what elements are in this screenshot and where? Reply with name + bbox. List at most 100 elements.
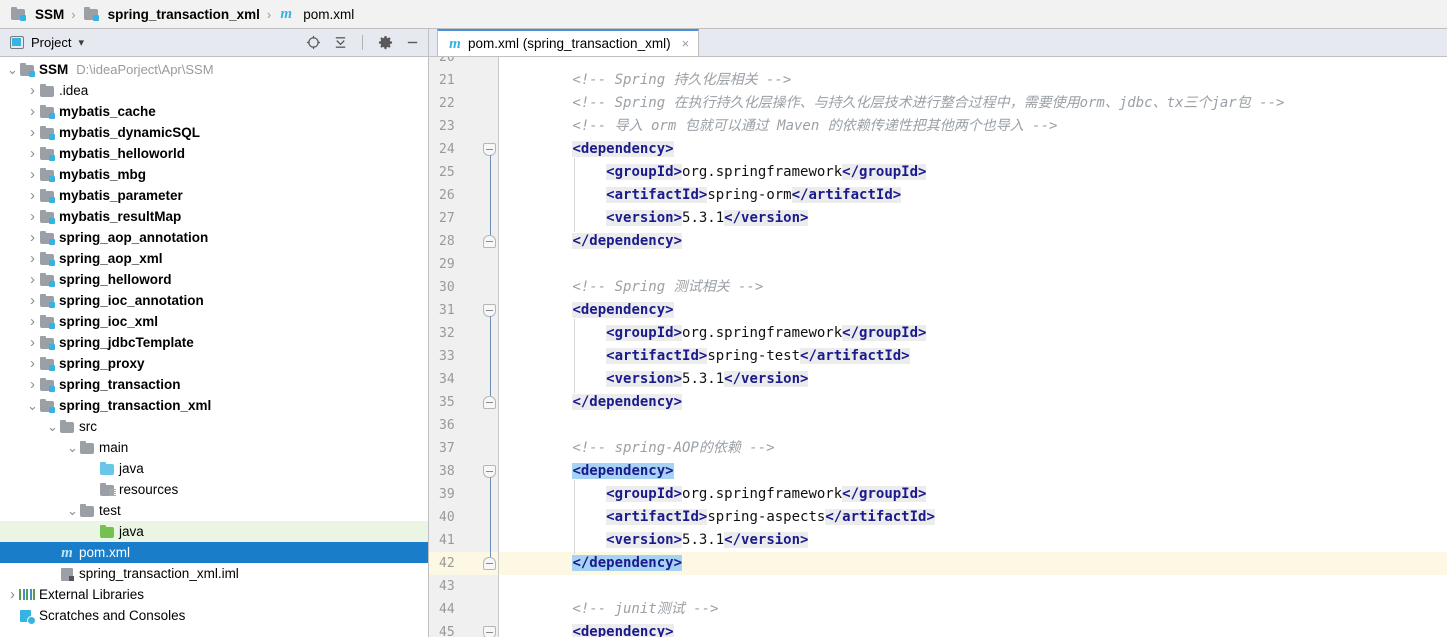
tree-node-spring-aop-xml[interactable]: › spring_aop_xml [0,248,428,269]
gutter-line-32[interactable]: 32 [429,322,498,345]
code-line-22[interactable]: <!-- Spring 在执行持久化层操作、与持久化层技术进行整合过程中，需要使… [499,92,1447,115]
gutter-line-21[interactable]: 21 [429,69,498,92]
tree-node-pom-xml[interactable]: m pom.xml [0,542,428,563]
chevron-down-icon[interactable]: ⌄ [66,437,79,458]
gutter-line-34[interactable]: 34 [429,368,498,391]
code-line-25[interactable]: <groupId>org.springframework</groupId> [499,161,1447,184]
gutter-line-40[interactable]: 40 [429,506,498,529]
code-line-36[interactable] [499,414,1447,437]
chevron-right-icon[interactable]: › [26,290,39,311]
code-line-20[interactable] [499,57,1447,69]
tree-node-spring-helloword[interactable]: › spring_helloword [0,269,428,290]
editor-body[interactable]: 20 21 22 23 24 25 26 27 28 29 30 31 32 33 34 35 36 37 38 39… [429,57,1447,637]
chevron-right-icon[interactable]: › [26,122,39,143]
tree-node-mybatis-parameter[interactable]: › mybatis_parameter [0,185,428,206]
code-line-35[interactable]: </dependency> [499,391,1447,414]
gutter-line-45[interactable]: 45 [429,621,498,637]
breadcrumb-item-pom-xml[interactable]: m pom.xml [274,0,358,28]
fold-toggle-icon[interactable] [483,626,496,637]
chevron-right-icon[interactable]: › [26,248,39,269]
code-line-30[interactable]: <!-- Spring 测试相关 --> [499,276,1447,299]
code-line-39[interactable]: <groupId>org.springframework</groupId> [499,483,1447,506]
project-tree[interactable]: ⌄ SSM D:\ideaPorject\Apr\SSM › .idea › mybatis… [0,57,428,637]
fold-toggle-icon[interactable] [483,235,496,248]
chevron-right-icon[interactable]: › [26,227,39,248]
chevron-down-icon[interactable]: ⌄ [26,395,39,416]
code-line-32[interactable]: <groupId>org.springframework</groupId> [499,322,1447,345]
gutter-line-44[interactable]: 44 [429,598,498,621]
tree-node-resources[interactable]: resources [0,479,428,500]
gutter-line-24[interactable]: 24 [429,138,498,161]
code-line-21[interactable]: <!-- Spring 持久化层相关 --> [499,69,1447,92]
project-view-selector[interactable]: Project ▾ [10,35,84,50]
code-line-42[interactable]: </dependency> [499,552,1447,575]
gutter-line-25[interactable]: 25 [429,161,498,184]
code-line-31[interactable]: <dependency> [499,299,1447,322]
gutter-line-43[interactable]: 43 [429,575,498,598]
chevron-down-icon[interactable]: ⌄ [46,416,59,437]
breadcrumb-item-ssm[interactable]: SSM [6,0,68,28]
code-line-24[interactable]: <dependency> [499,138,1447,161]
tree-node-spring-transaction-xml-iml[interactable]: spring_transaction_xml.iml [0,563,428,584]
tree-node-mybatis-mbg[interactable]: › mybatis_mbg [0,164,428,185]
chevron-right-icon[interactable]: › [26,101,39,122]
gutter-line-28[interactable]: 28 [429,230,498,253]
chevron-right-icon[interactable]: › [26,185,39,206]
gutter-line-23[interactable]: 23 [429,115,498,138]
fold-toggle-icon[interactable] [483,557,496,570]
code-line-23[interactable]: <!-- 导入 orm 包就可以通过 Maven 的依赖传递性把其他两个也导入 … [499,115,1447,138]
editor-gutter[interactable]: 20 21 22 23 24 25 26 27 28 29 30 31 32 33 34 35 36 37 38 39… [429,57,499,637]
chevron-right-icon[interactable]: › [26,164,39,185]
code-line-34[interactable]: <version>5.3.1</version> [499,368,1447,391]
gutter-line-36[interactable]: 36 [429,414,498,437]
tree-node-spring-aop-annotation[interactable]: › spring_aop_annotation [0,227,428,248]
code-line-45[interactable]: <dependency> [499,621,1447,637]
gutter-line-41[interactable]: 41 [429,529,498,552]
tree-node-test[interactable]: ⌄ test [0,500,428,521]
gutter-line-20[interactable]: 20 [429,57,498,69]
gutter-line-37[interactable]: 37 [429,437,498,460]
gutter-line-22[interactable]: 22 [429,92,498,115]
tree-node-ssm[interactable]: ⌄ SSM D:\ideaPorject\Apr\SSM [0,59,428,80]
chevron-right-icon[interactable]: › [26,311,39,332]
tree-node-scratches-and-consoles[interactable]: Scratches and Consoles [0,605,428,626]
tree-node-java[interactable]: java [0,458,428,479]
chevron-down-icon[interactable]: ▾ [78,36,84,49]
tab-pom-xml[interactable]: m pom.xml (spring_transaction_xml) × [437,29,700,56]
code-line-37[interactable]: <!-- spring-AOP的依赖 --> [499,437,1447,460]
collapse-all-icon[interactable] [332,35,348,51]
tree-node-mybatis-resultmap[interactable]: › mybatis_resultMap [0,206,428,227]
tree-node-spring-ioc-xml[interactable]: › spring_ioc_xml [0,311,428,332]
chevron-right-icon[interactable]: › [26,353,39,374]
chevron-right-icon[interactable]: › [26,206,39,227]
code-line-29[interactable] [499,253,1447,276]
hide-panel-icon[interactable] [404,35,420,51]
gutter-line-39[interactable]: 39 [429,483,498,506]
code-line-43[interactable] [499,575,1447,598]
chevron-right-icon[interactable]: › [26,374,39,395]
tree-node-external-libraries[interactable]: › External Libraries [0,584,428,605]
code-area[interactable]: <!-- Spring 持久化层相关 --> <!-- Spring 在执行持久… [499,57,1447,637]
gutter-line-31[interactable]: 31 [429,299,498,322]
tree-node-mybatis-dynamicsql[interactable]: › mybatis_dynamicSQL [0,122,428,143]
gutter-line-27[interactable]: 27 [429,207,498,230]
tree-node-spring-transaction-xml[interactable]: ⌄ spring_transaction_xml [0,395,428,416]
locate-in-tree-icon[interactable] [305,35,321,51]
gutter-line-33[interactable]: 33 [429,345,498,368]
code-line-26[interactable]: <artifactId>spring-orm</artifactId> [499,184,1447,207]
gutter-line-30[interactable]: 30 [429,276,498,299]
chevron-right-icon[interactable]: › [6,584,19,605]
settings-gear-icon[interactable] [377,35,393,51]
code-line-40[interactable]: <artifactId>spring-aspects</artifactId> [499,506,1447,529]
fold-toggle-icon[interactable] [483,396,496,409]
chevron-right-icon[interactable]: › [26,332,39,353]
chevron-down-icon[interactable]: ⌄ [6,59,19,80]
chevron-down-icon[interactable]: ⌄ [66,500,79,521]
code-line-41[interactable]: <version>5.3.1</version> [499,529,1447,552]
chevron-right-icon[interactable]: › [26,143,39,164]
tree-node-mybatis-cache[interactable]: › mybatis_cache [0,101,428,122]
gutter-line-26[interactable]: 26 [429,184,498,207]
tree-node-spring-ioc-annotation[interactable]: › spring_ioc_annotation [0,290,428,311]
code-line-28[interactable]: </dependency> [499,230,1447,253]
breadcrumb-item-spring-transaction-xml[interactable]: spring_transaction_xml [79,0,264,28]
